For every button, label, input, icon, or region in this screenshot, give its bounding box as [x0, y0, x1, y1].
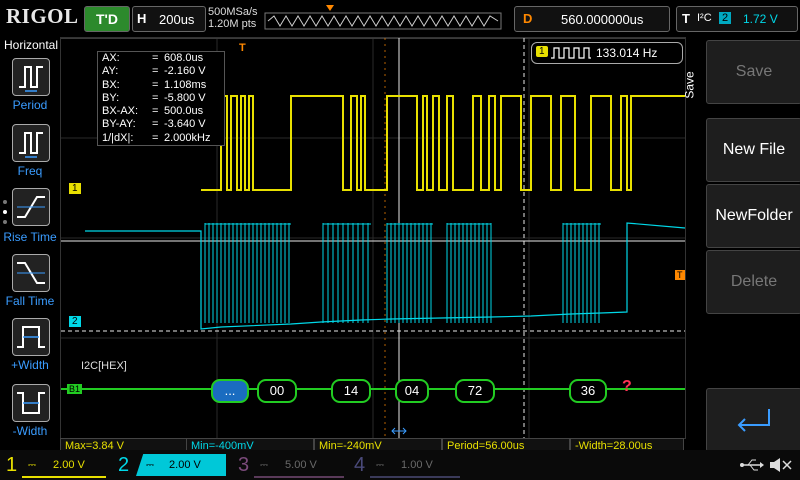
run-state-badge[interactable]: T'D [84, 6, 130, 32]
horizontal-mode-label: H [137, 11, 147, 26]
delay-value: 560.000000us [561, 12, 644, 27]
dc-coupling-icon: ⎓ [146, 460, 154, 471]
counter-value: 133.014 Hz [596, 46, 658, 60]
top-status-bar: RIGOL T'D H 200us 500MSa/s 1.20M pts D 5… [0, 0, 800, 36]
status-icons [740, 456, 796, 474]
channel-4-scale-box[interactable]: ⎓ 1.00 V [370, 454, 460, 478]
period-button[interactable] [12, 58, 50, 96]
save-menu-panel: Save Save New File NewFolder Delete [682, 36, 800, 452]
frequency-counter[interactable]: 1 133.014 Hz [531, 42, 683, 64]
channel-2-marker[interactable]: 2 [69, 316, 81, 327]
delay-box[interactable]: D 560.000000us [514, 6, 670, 32]
dc-coupling-icon: ⎓ [376, 460, 384, 471]
period-label: Period [12, 98, 48, 112]
trigger-mode-label: T [682, 11, 690, 26]
freq-button[interactable] [12, 124, 50, 162]
trigger-position-marker[interactable]: T [239, 42, 246, 54]
memory-overview-strip[interactable] [264, 4, 502, 32]
panel-page-dots[interactable] [2, 198, 8, 228]
delete-button[interactable]: Delete [706, 250, 800, 314]
memory-depth: 1.20M pts [208, 18, 257, 30]
channel-1-scale-box[interactable]: ⎓ 2.00 V [22, 454, 106, 478]
bus-packet[interactable]: 00 [257, 379, 297, 403]
sample-rate: 500MSa/s [208, 6, 258, 18]
cursor-row: BY-AY: = -3.640 V [102, 118, 206, 131]
rise-time-label: Rise Time [3, 230, 57, 244]
cursor-row: AX: = 608.0us [102, 52, 204, 64]
channel-2-scale: 2.00 V [169, 459, 201, 471]
bus-error-marker: ? [622, 378, 632, 395]
menu-title-vertical: Save [682, 56, 704, 116]
new-folder-button[interactable]: NewFolder [706, 184, 800, 248]
page-dots-icon [3, 200, 7, 224]
freq-icon [19, 132, 43, 158]
trigger-source: 2 [719, 12, 732, 24]
square-wave-icon [551, 47, 591, 59]
trigger-level: 1.72 V [743, 12, 778, 26]
dc-coupling-icon: ⎓ [28, 460, 36, 471]
fall-time-button[interactable] [12, 254, 50, 292]
channel-4-number: 4 [354, 454, 366, 476]
period-icon [19, 66, 43, 92]
negative-width-label: -Width [12, 424, 48, 438]
bus-packet[interactable]: 04 [395, 379, 429, 403]
left-panel-title: Horizontal [4, 38, 59, 52]
dc-coupling-icon: ⎓ [260, 460, 268, 471]
timebase-box[interactable]: H 200us [132, 6, 206, 32]
channel-2-number: 2 [118, 454, 130, 476]
trigger-level-marker[interactable]: T [675, 270, 685, 280]
positive-width-label: +Width [11, 358, 49, 372]
counter-channel: 1 [536, 46, 548, 57]
fall-time-label: Fall Time [5, 294, 55, 308]
positive-width-button[interactable] [12, 318, 50, 356]
menu-title: Save [682, 71, 697, 99]
bus-packet[interactable]: 36 [569, 379, 607, 403]
trigger-type: I²C [697, 12, 712, 24]
bus-marker[interactable]: B1 [67, 384, 83, 394]
bus-packet[interactable]: 14 [331, 379, 371, 403]
rise-time-button[interactable] [12, 188, 50, 226]
fall-time-icon [17, 262, 45, 284]
timebase-value: 200us [159, 12, 195, 27]
brand-logo: RIGOL [6, 4, 79, 28]
new-file-button[interactable]: New File [706, 118, 800, 182]
save-button[interactable]: Save [706, 40, 800, 104]
cursor-row: BY: = -5.800 V [102, 91, 206, 104]
usb-icon [740, 458, 792, 472]
freq-label: Freq [17, 164, 43, 178]
cursor-row: AY: = -2.160 V [102, 65, 206, 78]
delay-mode-label: D [523, 11, 533, 26]
cursor-row: BX: = 1.108ms [102, 78, 207, 91]
bus-decode-label: I2C[HEX] [81, 360, 127, 372]
cursor-readout-table: AX: = 608.0us AY: = -2.160 V BX: = 1.108ms BY:… [97, 51, 225, 147]
cursor-row: 1/|dX|: = 2.000kHz [102, 131, 211, 144]
bus-packet[interactable]: 72 [455, 379, 495, 403]
channel-3-scale: 5.00 V [285, 459, 317, 471]
channel-3-number: 3 [238, 454, 250, 476]
positive-width-icon [17, 326, 45, 348]
memory-overview-icon [264, 5, 502, 30]
rise-time-icon [17, 196, 45, 218]
channel-1-number: 1 [6, 454, 18, 476]
channel-1-marker[interactable]: 1 [69, 183, 81, 194]
channel-1-scale: 2.00 V [53, 459, 85, 471]
channel-4-scale: 1.00 V [401, 459, 433, 471]
trigger-box[interactable]: T I²C 2 1.72 V [676, 6, 798, 32]
negative-width-button[interactable] [12, 384, 50, 422]
horizontal-arrows-icon [391, 427, 407, 435]
waveform-display[interactable]: 1 2 B1 T T AX: = 608.0us AY: = -2.160 V BX: =… [60, 37, 686, 439]
channel-1-trace [201, 95, 685, 191]
bus-packet[interactable]: ... [211, 379, 249, 403]
enter-arrow-icon [737, 409, 770, 432]
channel-3-scale-box[interactable]: ⎓ 5.00 V [254, 454, 344, 478]
channel-2-scale-box[interactable]: ⎓ 2.00 V [136, 454, 226, 476]
cursor-row: BX-AX: = 500.0us [102, 105, 204, 118]
enter-button[interactable] [706, 388, 800, 452]
negative-width-icon [17, 392, 45, 414]
